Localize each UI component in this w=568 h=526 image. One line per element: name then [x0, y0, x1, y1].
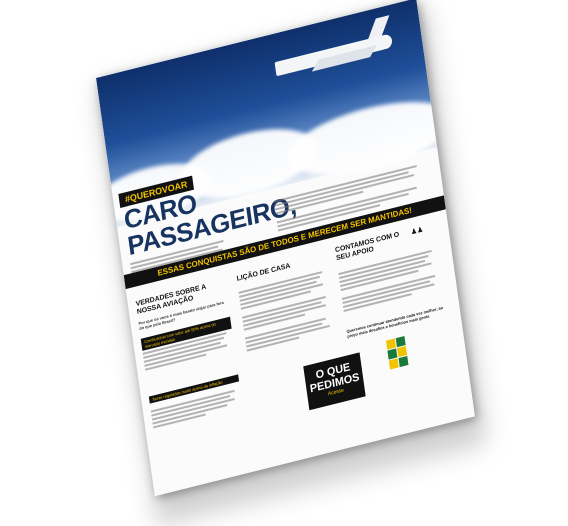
people-icon: ♟♟: [410, 226, 424, 237]
closing-text: Queremos continuar atendendo cada vez me…: [346, 304, 444, 339]
what-we-ask-box: O QUE PEDIMOS Acesse: [303, 352, 366, 411]
association-logo: [385, 331, 430, 381]
flyer-sheet: #QUEROVOAR CARO PASSAGEIRO, ESSAS CONQUI…: [96, 0, 475, 497]
col2-body: [238, 268, 334, 353]
